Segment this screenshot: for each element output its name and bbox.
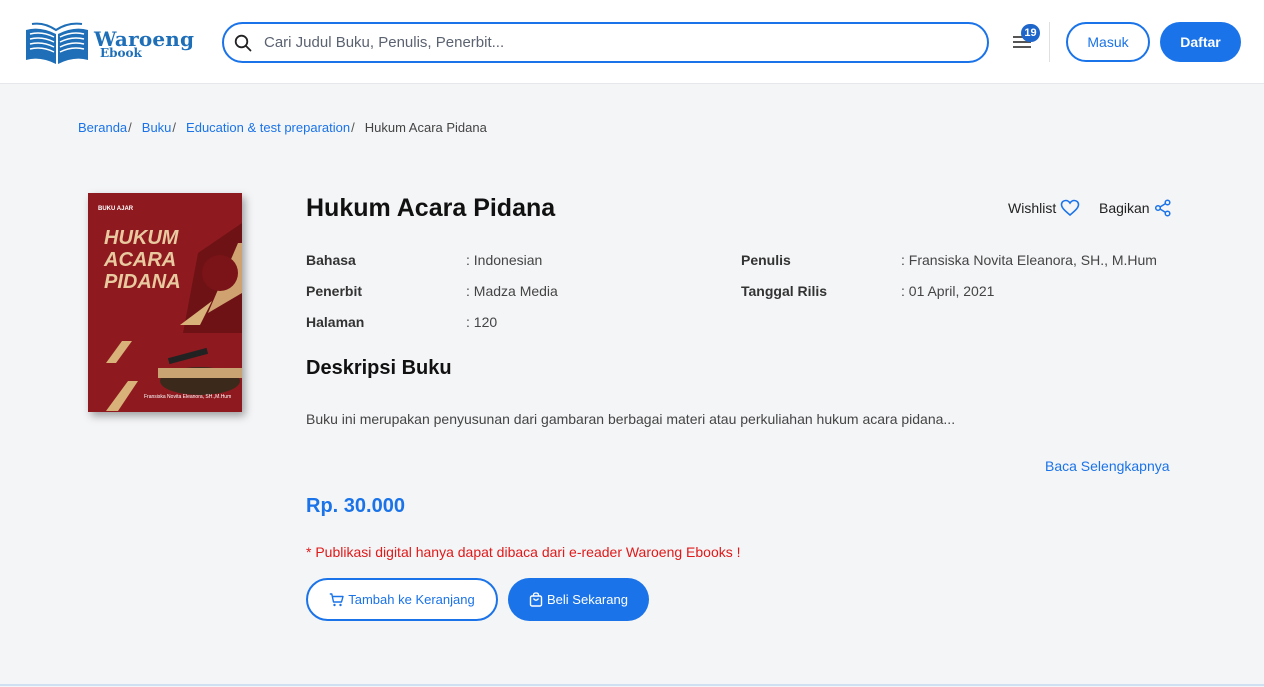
site-logo[interactable]: Waroeng Ebook [24, 22, 204, 66]
breadcrumb-home[interactable]: Beranda [78, 120, 127, 135]
cover-title: HUKUM ACARA PIDANA [104, 227, 181, 293]
breadcrumb-separator: / [172, 120, 177, 135]
share-button[interactable]: Bagikan [1099, 199, 1172, 217]
top-header: Waroeng Ebook 19 Masuk Daftar [0, 0, 1264, 84]
wishlist-button[interactable]: Wishlist [1008, 199, 1080, 217]
meta-rilis-label: Tanggal Rilis [741, 283, 828, 299]
book-logo-icon [26, 22, 88, 65]
description-heading: Deskripsi Buku [306, 357, 452, 379]
breadcrumb-separator: / [351, 120, 355, 135]
heart-icon [1060, 199, 1080, 217]
search-input[interactable] [264, 34, 954, 51]
meta-penerbit-label: Penerbit [306, 283, 363, 299]
meta-halaman-value: : 120 [466, 314, 498, 330]
breadcrumb-current: Hukum Acara Pidana [364, 120, 487, 135]
wishlist-label: Wishlist [1008, 200, 1057, 216]
breadcrumb-separator: / [128, 120, 132, 135]
meta-bahasa-value: : Indonesian [466, 252, 543, 268]
meta-penerbit-value: : Madza Media [466, 283, 558, 299]
cover-title-line: PIDANA [104, 271, 181, 293]
logo-sub: Ebook [100, 46, 142, 60]
register-button[interactable]: Daftar [1160, 22, 1241, 62]
add-to-cart-label: Tambah ke Keranjang [348, 592, 475, 607]
header-divider [1049, 22, 1050, 62]
description-text: Buku ini merupakan penyusunan dari gamba… [306, 411, 956, 427]
login-button[interactable]: Masuk [1066, 22, 1150, 62]
cover-title-line: HUKUM [104, 227, 179, 249]
book-title: Hukum Acara Pidana [306, 194, 556, 222]
read-more-link[interactable]: Baca Selengkapnya [1045, 458, 1170, 474]
digital-notice: * Publikasi digital hanya dapat dibaca d… [306, 544, 741, 560]
meta-halaman-label: Halaman [306, 314, 365, 330]
breadcrumb-books[interactable]: Buku [142, 120, 172, 135]
notification-badge: 19 [1021, 24, 1040, 42]
add-to-cart-button[interactable]: Tambah ke Keranjang [306, 578, 498, 621]
meta-bahasa-label: Bahasa [306, 252, 356, 268]
cover-title-line: ACARA [104, 249, 177, 271]
meta-penulis-value: : Fransiska Novita Eleanora, SH., M.Hum [901, 252, 1157, 268]
search-icon [234, 34, 252, 51]
meta-penulis-label: Penulis [741, 252, 791, 268]
cover-label: BUKU AJAR [98, 206, 134, 212]
breadcrumb: Beranda / Buku / Education & test preparat… [78, 120, 487, 135]
buy-now-button[interactable]: Beli Sekarang [508, 578, 649, 621]
search-bar [222, 22, 989, 63]
meta-rilis-value: : 01 April, 2021 [901, 283, 995, 299]
share-icon [1154, 199, 1171, 217]
cover-author: Fransiska Novita Eleanora, SH.,M.Hum [144, 394, 232, 400]
buy-now-label: Beli Sekarang [547, 592, 628, 607]
bag-icon [529, 592, 543, 607]
share-label: Bagikan [1099, 200, 1150, 216]
breadcrumb-category[interactable]: Education & test preparation [186, 120, 350, 135]
book-cover: BUKU AJAR HUKUM ACARA PIDANA Fransiska N… [88, 193, 242, 412]
cover-artwork [88, 193, 242, 412]
cart-icon [330, 592, 344, 606]
section-divider [0, 684, 1264, 686]
book-price: Rp. 30.000 [306, 495, 405, 517]
